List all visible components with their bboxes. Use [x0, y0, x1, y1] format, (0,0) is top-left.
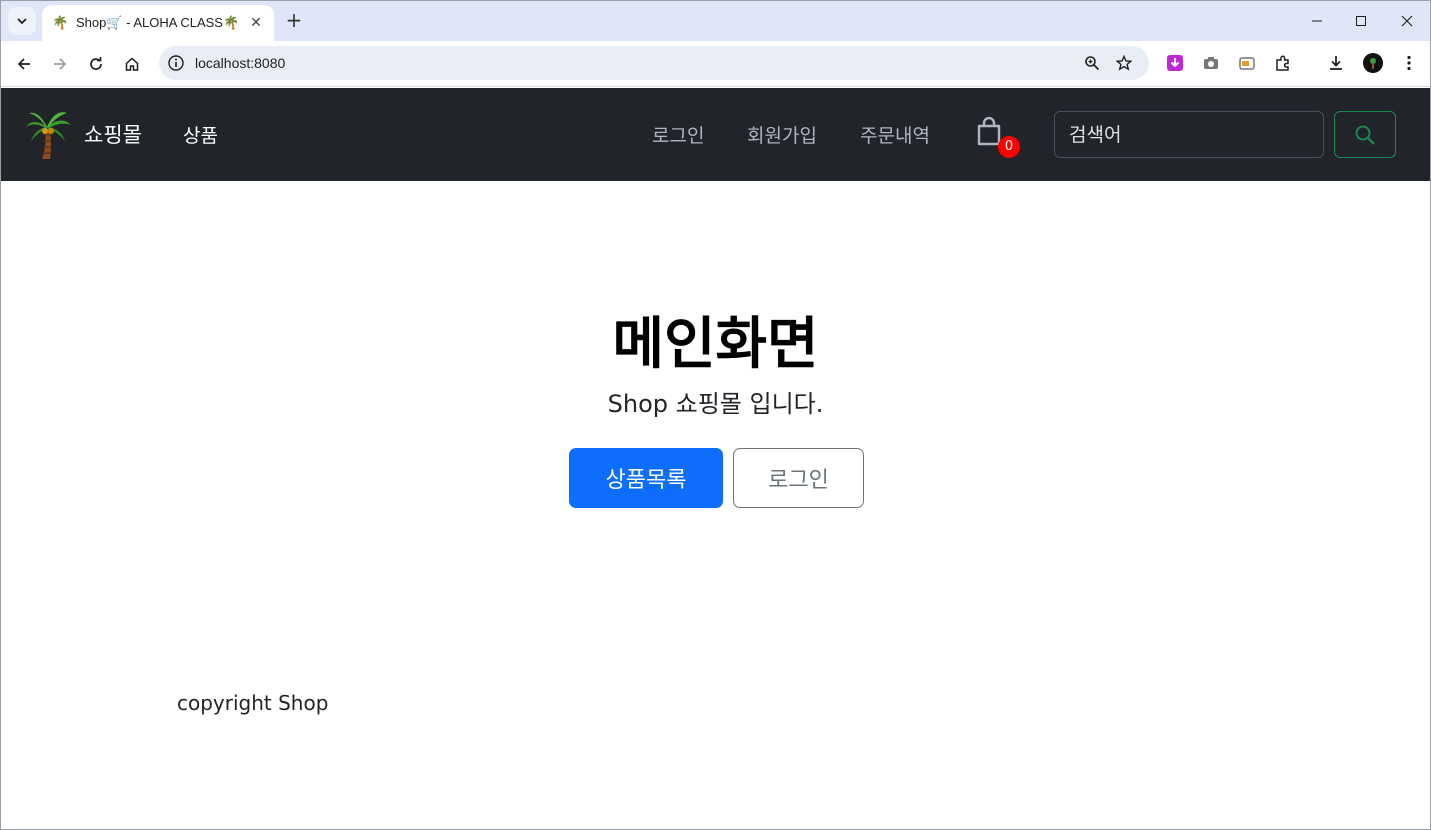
page-title: 메인화면 [612, 312, 819, 377]
reload-icon [90, 57, 102, 70]
search-icon [1355, 125, 1375, 145]
tab-close-icon[interactable]: ✕ [248, 15, 264, 31]
product-list-button[interactable]: 상품목록 [569, 448, 723, 508]
bookmark-star-icon[interactable] [1115, 54, 1133, 72]
home-icon [125, 57, 139, 71]
address-bar[interactable]: localhost:8080 [159, 46, 1149, 80]
chevron-down-icon [17, 18, 27, 25]
tab-favicon: 🌴 [52, 15, 69, 31]
cast-extension-icon[interactable] [1236, 52, 1258, 74]
nav-orders-link[interactable]: 주문내역 [860, 121, 930, 148]
forward-button[interactable] [48, 52, 72, 76]
tab-title: Shop🛒 - ALOHA CLASS🌴 [76, 15, 240, 30]
camera-extension-icon[interactable] [1200, 52, 1222, 74]
close-window-button[interactable] [1395, 9, 1419, 33]
close-icon [1401, 15, 1413, 27]
arrow-left-icon [17, 58, 30, 70]
brand-name[interactable]: 쇼핑몰 [84, 119, 142, 149]
search-button[interactable] [1334, 111, 1396, 158]
downloads-icon[interactable] [1325, 52, 1347, 74]
back-button[interactable] [12, 52, 36, 76]
nav-products-link[interactable]: 상품 [183, 121, 218, 148]
arrow-right-icon [54, 58, 67, 70]
info-icon[interactable] [167, 54, 185, 72]
minimize-icon [1312, 20, 1322, 22]
site-navbar: 쇼핑몰 상품 로그인 회원가입 주문내역 [1, 88, 1430, 181]
extensions-puzzle-icon[interactable] [1272, 52, 1294, 74]
nav-signup-link[interactable]: 회원가입 [747, 121, 817, 148]
home-button[interactable] [120, 52, 144, 76]
browser-menu-icon[interactable] [1398, 52, 1420, 74]
nav-login-link[interactable]: 로그인 [652, 121, 704, 148]
search-input[interactable] [1054, 111, 1324, 158]
zoom-icon[interactable] [1083, 54, 1101, 72]
download-extension-icon[interactable] [1164, 52, 1186, 74]
maximize-icon [1356, 16, 1366, 26]
tab-search-button[interactable] [8, 7, 36, 35]
browser-tab[interactable]: 🌴 Shop🛒 - ALOHA CLASS🌴 ✕ [42, 5, 274, 41]
cart-count-badge: 0 [998, 136, 1020, 158]
palm-tree-logo-icon[interactable] [25, 109, 73, 161]
reload-button[interactable] [84, 52, 108, 76]
browser-tabstrip: 🌴 Shop🛒 - ALOHA CLASS🌴 ✕ + [1, 1, 1430, 41]
maximize-button[interactable] [1349, 9, 1373, 33]
profile-avatar-icon[interactable] [1362, 52, 1384, 74]
browser-toolbar: localhost:8080 [1, 41, 1430, 87]
footer-copyright: copyright Shop [177, 691, 329, 715]
page-subtitle: Shop 쇼핑몰 입니다. [607, 390, 824, 418]
login-button[interactable]: 로그인 [733, 448, 864, 508]
url-text[interactable]: localhost:8080 [195, 55, 285, 71]
new-tab-button[interactable]: + [283, 9, 305, 33]
minimize-button[interactable] [1305, 9, 1329, 33]
